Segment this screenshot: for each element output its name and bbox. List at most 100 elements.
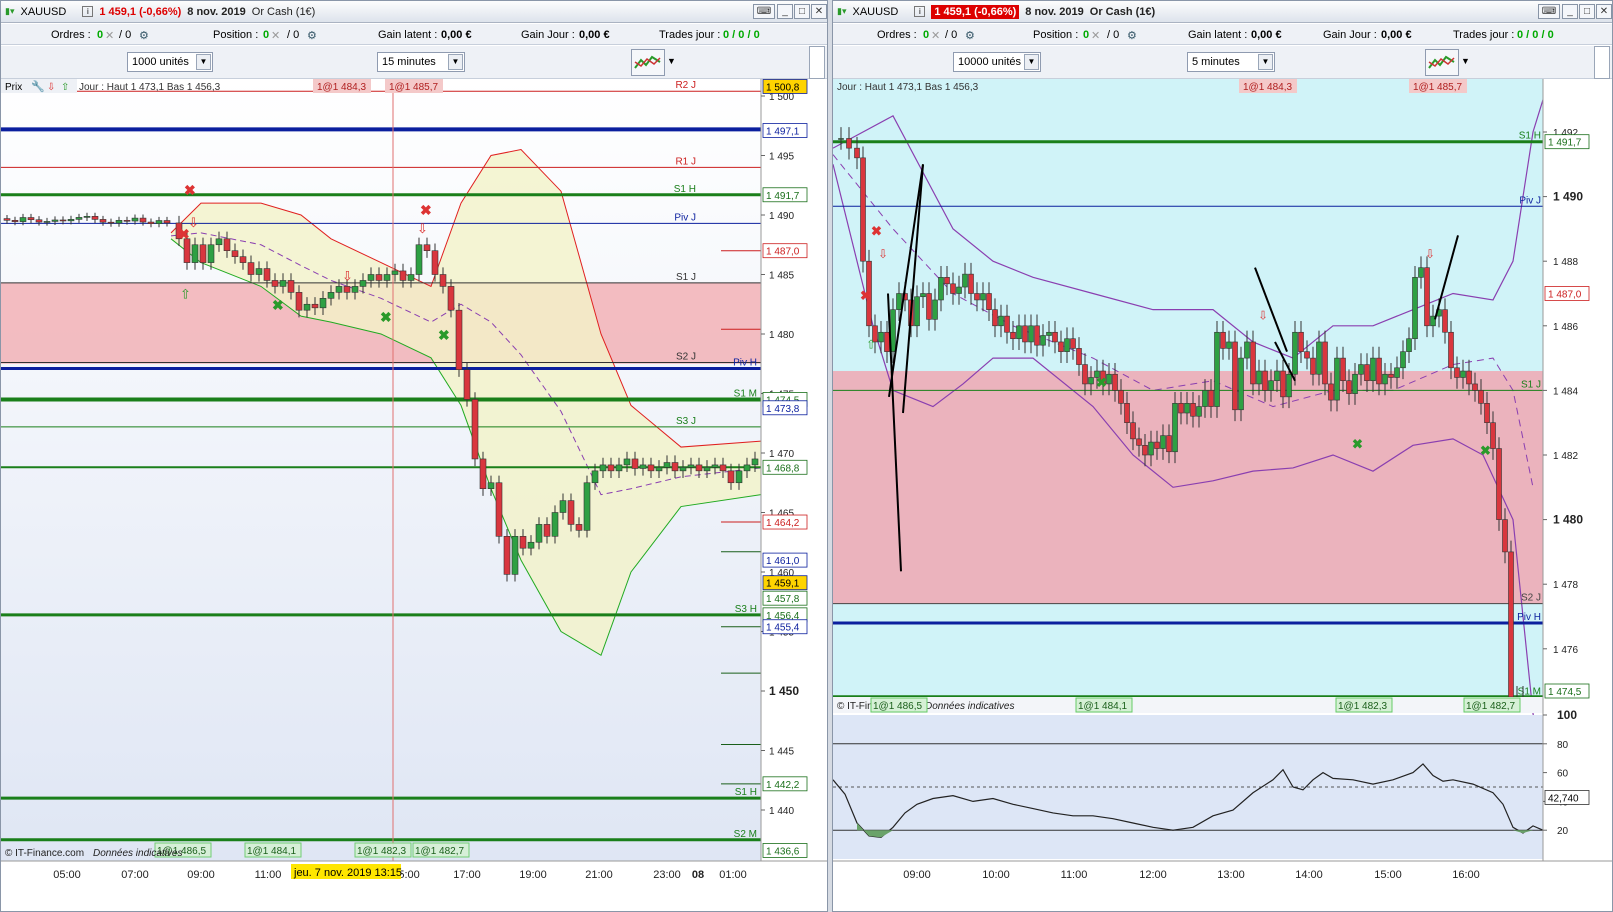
minimize-button[interactable]: _ <box>777 4 793 19</box>
candle <box>272 280 278 286</box>
price-tag-label: 1 461,0 <box>766 556 800 567</box>
price-chart-svg[interactable]: R2 J R1 J S1 H Piv J S1 J S2 J Piv H S1 M S3 J S3… <box>1 79 828 887</box>
close-button[interactable]: ✕ <box>1596 4 1612 19</box>
symbol-name[interactable]: XAUUSD <box>852 6 898 18</box>
candle <box>28 218 34 220</box>
candle <box>552 513 558 537</box>
green-arrow-icon: ⇧ <box>61 82 69 93</box>
candle <box>1509 552 1514 697</box>
candle <box>52 220 58 221</box>
units-value: 10000 unités <box>958 56 1021 68</box>
side-panel-toggle[interactable] <box>809 46 825 79</box>
position-clear-icon[interactable]: ✕ <box>271 29 280 42</box>
candle <box>296 292 302 310</box>
candle <box>20 218 26 222</box>
candle <box>208 245 214 263</box>
price-chart-15m[interactable]: R2 J R1 J S1 H Piv J S1 J S2 J Piv H S1 M S3 J S3… <box>1 79 828 890</box>
position-label: Position : <box>213 29 258 41</box>
buy-signal-icon: ✖ <box>272 297 284 313</box>
time-tick-label: 17:00 <box>453 869 481 881</box>
timeframe-select[interactable]: 5 minutes ▼ <box>1187 52 1275 72</box>
info-icon[interactable]: i <box>82 6 93 17</box>
level-label: Piv H <box>1517 612 1541 623</box>
candle <box>1323 342 1328 384</box>
orders-settings-icon[interactable]: ⚙ <box>139 29 149 42</box>
candle <box>1287 374 1292 397</box>
candle <box>1035 326 1040 345</box>
orders-clear-icon[interactable]: ✕ <box>931 29 940 42</box>
sell-signal-icon: ✖ <box>420 202 432 218</box>
candle <box>688 465 694 467</box>
maximize-button[interactable]: □ <box>794 4 810 19</box>
position-clear-icon[interactable]: ✕ <box>1091 29 1100 42</box>
candle <box>1227 342 1232 348</box>
candle <box>584 483 590 531</box>
indicators-icon <box>632 50 664 75</box>
position-settings-icon[interactable]: ⚙ <box>1127 29 1137 42</box>
candle <box>124 220 130 221</box>
indicators-button[interactable] <box>631 49 665 76</box>
price-tick-label: 1 450 <box>769 684 799 698</box>
orders-clear-icon[interactable]: ✕ <box>105 29 114 42</box>
candle <box>712 465 718 467</box>
candle <box>76 217 82 219</box>
close-button[interactable]: ✕ <box>811 4 827 19</box>
position-total: / 0 <box>287 29 299 41</box>
chart-toolbar: 10000 unités ▼ 5 minutes ▼ ▼ <box>833 46 1612 79</box>
order-marker: 1@1 484,3 <box>1243 82 1293 93</box>
chart-toolbar: 1000 unités ▼ 15 minutes ▼ ▼ <box>1 46 827 79</box>
side-panel-toggle[interactable] <box>1594 46 1610 79</box>
chart-window-5m: ▮▾ XAUUSD i 1 459,1 (-0,66%) 8 nov. 2019… <box>832 0 1613 912</box>
candle <box>1395 368 1400 378</box>
price-tick-label: 1 490 <box>1553 190 1583 204</box>
price-tick-label: 1 440 <box>769 806 794 817</box>
minimize-button[interactable]: _ <box>1562 4 1578 19</box>
buy-signal-icon: ✖ <box>1352 437 1363 452</box>
symbol-menu-icon[interactable]: ▮▾ <box>5 6 14 17</box>
candle <box>1167 436 1172 452</box>
price-chart-svg[interactable]: S1 H Piv J S1 J S2 J Piv H S1 M ✖ ✖ ✖ ✖ ✖ ⇩ ⇩ ⇩ ⇧ Jour … <box>833 79 1613 887</box>
indicators-dropdown-icon[interactable]: ▼ <box>667 56 676 66</box>
candle <box>1365 365 1370 381</box>
candle <box>576 524 582 530</box>
symbol-name[interactable]: XAUUSD <box>20 6 66 18</box>
keyboard-icon[interactable]: ⌨ <box>1538 4 1560 19</box>
candle <box>1077 348 1082 364</box>
position-settings-icon[interactable]: ⚙ <box>307 29 317 42</box>
indicators-button[interactable] <box>1425 49 1459 76</box>
candle <box>752 459 758 465</box>
price-tick-label: 1 490 <box>769 211 794 222</box>
candle <box>1161 436 1166 449</box>
gain-jour-value: 0,00 € <box>579 29 610 41</box>
candle <box>4 219 10 221</box>
price-tag-label: 1 487,0 <box>1548 290 1582 301</box>
order-marker: 1@1 484,1 <box>247 846 297 857</box>
price-tag-label: 1 442,2 <box>766 780 800 791</box>
price-tick-label: 1 486 <box>1553 322 1578 333</box>
candle <box>496 483 502 537</box>
orders-settings-icon[interactable]: ⚙ <box>965 29 975 42</box>
watermark: © IT-Finance.com <box>5 848 84 859</box>
candle <box>696 465 702 471</box>
candle <box>440 275 446 287</box>
info-icon[interactable]: i <box>914 6 925 17</box>
indicators-dropdown-icon[interactable]: ▼ <box>1461 56 1470 66</box>
symbol-menu-icon[interactable]: ▮▾ <box>837 6 846 17</box>
timeframe-select[interactable]: 15 minutes ▼ <box>377 52 465 72</box>
candle <box>861 158 866 261</box>
units-select[interactable]: 10000 unités ▼ <box>953 52 1041 72</box>
candle <box>232 251 238 257</box>
last-price: 1 459,1 (-0,66%) <box>99 6 181 18</box>
time-tick-label: 15:00 <box>1374 869 1402 881</box>
timeframe-value: 5 minutes <box>1192 56 1240 68</box>
maximize-button[interactable]: □ <box>1579 4 1595 19</box>
candle <box>616 465 622 471</box>
level-label: S2 J <box>676 352 696 363</box>
price-tag-label: 1 459,1 <box>766 579 800 590</box>
candle <box>1317 342 1322 374</box>
price-chart-5m[interactable]: S1 H Piv J S1 J S2 J Piv H S1 M ✖ ✖ ✖ ✖ ✖ ⇩ ⇩ ⇩ ⇧ Jour … <box>833 79 1613 890</box>
down-arrow-icon: ⇩ <box>342 268 353 283</box>
units-select[interactable]: 1000 unités ▼ <box>127 52 213 72</box>
asset-name: Or Cash (1€) <box>1090 6 1155 18</box>
keyboard-icon[interactable]: ⌨ <box>753 4 775 19</box>
